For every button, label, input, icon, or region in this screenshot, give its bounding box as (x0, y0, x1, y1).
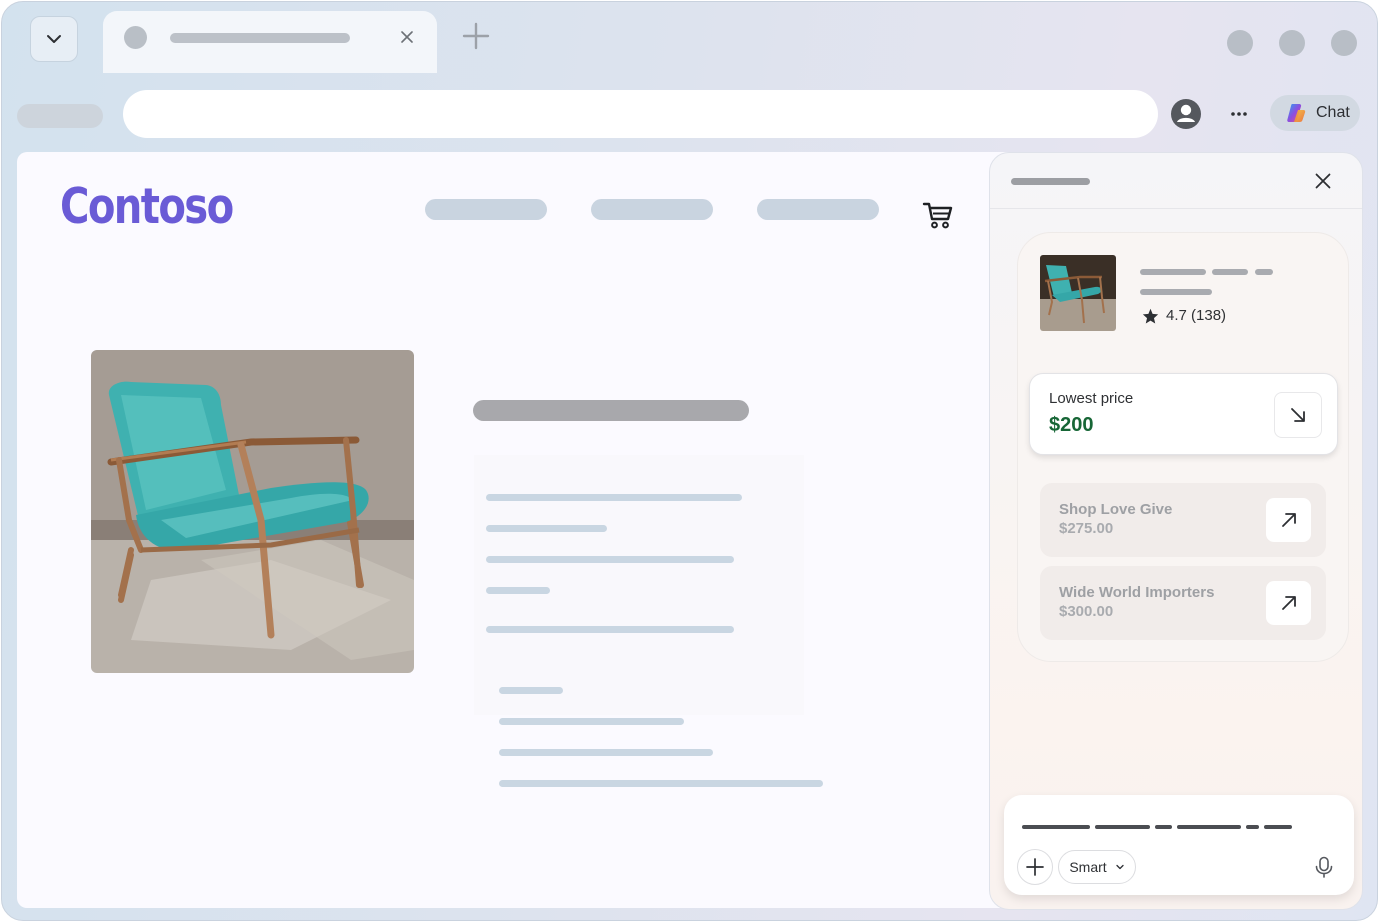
offer-item[interactable]: Shop Love Give $275.00 (1040, 483, 1326, 557)
offer-price: $275.00 (1059, 520, 1114, 537)
close-icon (401, 31, 413, 43)
address-bar[interactable] (123, 90, 1158, 138)
mode-select-value: Smart (1069, 859, 1107, 875)
offer-price: $300.00 (1059, 603, 1114, 620)
offer-store-name: Wide World Importers (1059, 584, 1215, 601)
lowest-price-card[interactable]: Lowest price $200 (1029, 373, 1338, 455)
product-thumbnail (1040, 255, 1116, 331)
lowest-price-expand-button[interactable] (1274, 392, 1322, 438)
lowest-price-value: $200 (1049, 414, 1094, 436)
profile-icon (1171, 99, 1201, 129)
pane-close-button[interactable] (1312, 170, 1334, 192)
tab-actions-button[interactable] (30, 16, 78, 62)
text-line (486, 587, 550, 594)
armchair-photo (91, 350, 414, 673)
text-line (486, 556, 734, 563)
more-horizontal-icon (1231, 112, 1247, 116)
page-viewport: Contoso (17, 152, 1017, 908)
chat-composer[interactable]: Smart (1004, 795, 1354, 895)
text-line (499, 780, 823, 787)
more-options-button[interactable] (1224, 100, 1254, 128)
minimize-button[interactable] (1227, 30, 1253, 56)
offer-item[interactable]: Wide World Importers $300.00 (1040, 566, 1326, 640)
product-title-placeholder (1140, 269, 1206, 275)
nav-link-1[interactable] (425, 199, 547, 220)
profile-button[interactable] (1169, 97, 1203, 131)
browser-tab[interactable] (103, 11, 437, 73)
text-line (486, 525, 607, 532)
navigation-buttons-placeholder[interactable] (17, 104, 103, 128)
close-window-button[interactable] (1331, 30, 1357, 56)
plus-icon (1026, 858, 1044, 876)
typed-text-placeholder (1095, 825, 1150, 829)
chevron-down-icon (47, 35, 61, 43)
text-line (486, 494, 742, 501)
typed-text-placeholder (1155, 825, 1172, 829)
open-offer-button[interactable] (1266, 498, 1311, 542)
text-line (486, 626, 734, 633)
open-offer-button[interactable] (1266, 581, 1311, 625)
product-subtitle-placeholder (1140, 289, 1212, 295)
typed-text-placeholder (1177, 825, 1241, 829)
copilot-icon (1287, 104, 1306, 122)
price-comparison-card: 4.7 (138) Lowest price $200 Shop Love Gi… (1017, 232, 1349, 662)
typed-text-placeholder (1022, 825, 1090, 829)
maximize-button[interactable] (1279, 30, 1305, 56)
microphone-button[interactable] (1312, 855, 1336, 879)
mode-select[interactable]: Smart (1058, 850, 1136, 884)
text-line (499, 749, 713, 756)
add-attachment-button[interactable] (1017, 849, 1053, 885)
typed-text-placeholder (1246, 825, 1259, 829)
arrow-up-right-icon (1281, 596, 1296, 610)
product-title-placeholder (1212, 269, 1248, 275)
chevron-down-icon (1116, 864, 1124, 870)
tab-close-button[interactable] (397, 27, 417, 47)
product-rating: 4.7 (138) (1142, 307, 1226, 324)
microphone-icon (1315, 856, 1333, 878)
typed-text-placeholder (1264, 825, 1292, 829)
plus-icon (462, 22, 490, 50)
browser-window: Chat Contoso 4.7 (138) Lowest price $200… (1, 1, 1378, 921)
new-tab-button[interactable] (462, 22, 490, 50)
site-logo[interactable]: Contoso (60, 176, 234, 238)
product-title-placeholder (473, 400, 749, 421)
arrow-up-right-icon (1281, 513, 1296, 527)
nav-link-3[interactable] (757, 199, 879, 220)
close-icon (1315, 173, 1331, 189)
text-line (499, 687, 563, 694)
tab-title-placeholder (170, 33, 350, 43)
pane-header (990, 153, 1362, 209)
text-line (499, 718, 684, 725)
product-image[interactable] (91, 350, 414, 673)
shopping-cart-icon[interactable] (922, 200, 954, 230)
offer-store-name: Shop Love Give (1059, 501, 1173, 518)
tab-favicon-icon (124, 26, 147, 49)
lowest-price-label: Lowest price (1049, 390, 1134, 407)
product-title-placeholder (1255, 269, 1273, 275)
chat-button-label: Chat (1316, 104, 1350, 121)
rating-text: 4.7 (138) (1166, 307, 1227, 324)
copilot-side-pane: 4.7 (138) Lowest price $200 Shop Love Gi… (989, 152, 1363, 910)
copilot-chat-button[interactable]: Chat (1270, 95, 1360, 131)
pane-title-placeholder (1011, 178, 1090, 185)
armchair-thumbnail-photo (1040, 255, 1116, 331)
star-icon (1142, 308, 1159, 324)
arrow-down-right-icon (1291, 408, 1305, 422)
nav-link-2[interactable] (591, 199, 713, 220)
